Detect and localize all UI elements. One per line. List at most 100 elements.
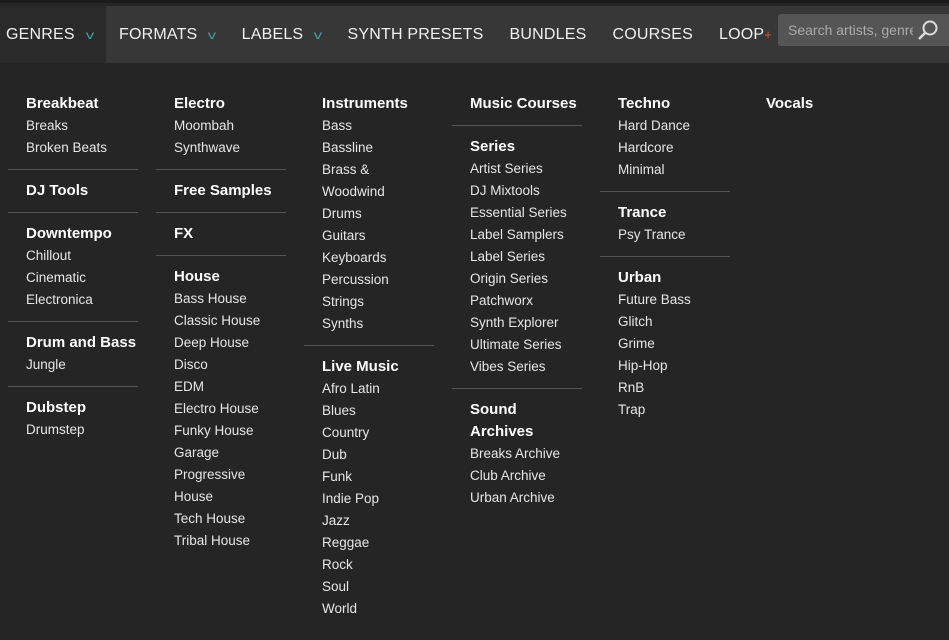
menu-item-brass-woodwind[interactable]: Brass & Woodwind <box>322 159 434 203</box>
menu-item-dj-mixtools[interactable]: DJ Mixtools <box>470 180 582 202</box>
menu-item-artist-series[interactable]: Artist Series <box>470 158 582 180</box>
menu-item-funk[interactable]: Funk <box>322 466 434 488</box>
menu-heading-instruments[interactable]: Instruments <box>322 93 434 115</box>
menu-item-chillout[interactable]: Chillout <box>26 245 138 267</box>
menu-item-synths[interactable]: Synths <box>322 313 434 335</box>
menu-item-tech-house[interactable]: Tech House <box>174 508 286 530</box>
menu-item-blues[interactable]: Blues <box>322 400 434 422</box>
menu-item-club-archive[interactable]: Club Archive <box>470 465 582 487</box>
chevron-down-icon[interactable]: v <box>86 28 95 42</box>
nav-synth-presets[interactable]: SYNTH PRESETS <box>335 6 497 63</box>
menu-item-percussion[interactable]: Percussion <box>322 269 434 291</box>
search-input[interactable] <box>778 22 913 38</box>
menu-item-world[interactable]: World <box>322 598 434 620</box>
menu-item-grime[interactable]: Grime <box>618 333 730 355</box>
menu-item-jungle[interactable]: Jungle <box>26 354 138 376</box>
menu-item-origin-series[interactable]: Origin Series <box>470 268 582 290</box>
menu-item-minimal[interactable]: Minimal <box>618 159 730 181</box>
menu-item-future-bass[interactable]: Future Bass <box>618 289 730 311</box>
menu-heading-free-samples[interactable]: Free Samples <box>174 180 286 202</box>
menu-group-live-music: Live Music Afro Latin Blues Country Dub Funk I… <box>304 356 434 630</box>
menu-item-bass-house[interactable]: Bass House <box>174 288 286 310</box>
nav-genres[interactable]: GENRES v <box>0 6 106 63</box>
menu-item-hard-dance[interactable]: Hard Dance <box>618 115 730 137</box>
menu-item-indie-pop[interactable]: Indie Pop <box>322 488 434 510</box>
menu-group-urban: Urban Future Bass Glitch Grime Hip-Hop RnB Tra… <box>600 267 730 431</box>
menu-item-edm[interactable]: EDM <box>174 376 286 398</box>
menu-item-electro-house[interactable]: Electro House <box>174 398 286 420</box>
menu-item-synthwave[interactable]: Synthwave <box>174 137 286 159</box>
menu-item-psy-trance[interactable]: Psy Trance <box>618 224 730 246</box>
menu-item-urban-archive[interactable]: Urban Archive <box>470 487 582 509</box>
menu-item-garage[interactable]: Garage <box>174 442 286 464</box>
nav-labels[interactable]: LABELS v <box>229 6 335 63</box>
menu-heading-drum-and-bass[interactable]: Drum and Bass <box>26 332 138 354</box>
menu-item-trap[interactable]: Trap <box>618 399 730 421</box>
menu-item-glitch[interactable]: Glitch <box>618 311 730 333</box>
menu-item-cinematic[interactable]: Cinematic <box>26 267 138 289</box>
nav-formats[interactable]: FORMATS v <box>106 6 229 63</box>
menu-heading-fx[interactable]: FX <box>174 223 286 245</box>
menu-item-label-series[interactable]: Label Series <box>470 246 582 268</box>
menu-item-classic-house[interactable]: Classic House <box>174 310 286 332</box>
menu-item-tribal-house[interactable]: Tribal House <box>174 530 286 552</box>
menu-item-breaks[interactable]: Breaks <box>26 115 138 137</box>
menu-heading-trance[interactable]: Trance <box>618 202 730 224</box>
nav-loop[interactable]: LOOP + <box>706 6 785 63</box>
chevron-down-icon[interactable]: v <box>314 28 323 42</box>
menu-item-vibes-series[interactable]: Vibes Series <box>470 356 582 378</box>
menu-group-vocals: Vocals <box>748 93 878 125</box>
search-box[interactable] <box>778 14 949 46</box>
menu-item-hardcore[interactable]: Hardcore <box>618 137 730 159</box>
menu-item-keyboards[interactable]: Keyboards <box>322 247 434 269</box>
menu-heading-dubstep[interactable]: Dubstep <box>26 397 138 419</box>
menu-item-disco[interactable]: Disco <box>174 354 286 376</box>
menu-heading-techno[interactable]: Techno <box>618 93 730 115</box>
menu-heading-breakbeat[interactable]: Breakbeat <box>26 93 138 115</box>
menu-heading-sound-archives[interactable]: Sound Archives <box>470 399 582 443</box>
menu-group-dj-tools: DJ Tools <box>8 180 138 213</box>
menu-item-breaks-archive[interactable]: Breaks Archive <box>470 443 582 465</box>
menu-heading-urban[interactable]: Urban <box>618 267 730 289</box>
menu-item-rock[interactable]: Rock <box>322 554 434 576</box>
nav-label: SYNTH PRESETS <box>347 25 484 43</box>
menu-item-rnb[interactable]: RnB <box>618 377 730 399</box>
menu-item-funky-house[interactable]: Funky House <box>174 420 286 442</box>
menu-heading-house[interactable]: House <box>174 266 286 288</box>
menu-item-soul[interactable]: Soul <box>322 576 434 598</box>
menu-item-synth-explorer[interactable]: Synth Explorer <box>470 312 582 334</box>
menu-item-label-samplers[interactable]: Label Samplers <box>470 224 582 246</box>
menu-item-drums[interactable]: Drums <box>322 203 434 225</box>
menu-heading-music-courses[interactable]: Music Courses <box>470 93 582 115</box>
menu-item-deep-house[interactable]: Deep House <box>174 332 286 354</box>
menu-item-afro-latin[interactable]: Afro Latin <box>322 378 434 400</box>
nav-bundles[interactable]: BUNDLES <box>496 6 599 63</box>
menu-item-jazz[interactable]: Jazz <box>322 510 434 532</box>
menu-item-ultimate-series[interactable]: Ultimate Series <box>470 334 582 356</box>
menu-heading-series[interactable]: Series <box>470 136 582 158</box>
menu-group-sound-archives: Sound Archives Breaks Archive Club Archive… <box>452 399 582 519</box>
search-icon[interactable] <box>913 19 943 41</box>
menu-heading-electro[interactable]: Electro <box>174 93 286 115</box>
menu-item-drumstep[interactable]: Drumstep <box>26 419 138 441</box>
menu-heading-downtempo[interactable]: Downtempo <box>26 223 138 245</box>
nav-courses[interactable]: COURSES <box>599 6 706 63</box>
menu-item-bass[interactable]: Bass <box>322 115 434 137</box>
menu-heading-vocals[interactable]: Vocals <box>766 93 878 115</box>
menu-item-hip-hop[interactable]: Hip-Hop <box>618 355 730 377</box>
menu-item-bassline[interactable]: Bassline <box>322 137 434 159</box>
menu-item-electronica[interactable]: Electronica <box>26 289 138 311</box>
menu-item-progressive-house[interactable]: Progressive House <box>174 464 286 508</box>
menu-item-dub[interactable]: Dub <box>322 444 434 466</box>
chevron-down-icon[interactable]: v <box>208 28 217 42</box>
menu-heading-live-music[interactable]: Live Music <box>322 356 434 378</box>
menu-item-guitars[interactable]: Guitars <box>322 225 434 247</box>
menu-item-broken-beats[interactable]: Broken Beats <box>26 137 138 159</box>
menu-item-reggae[interactable]: Reggae <box>322 532 434 554</box>
menu-item-strings[interactable]: Strings <box>322 291 434 313</box>
menu-heading-dj-tools[interactable]: DJ Tools <box>26 180 138 202</box>
menu-item-moombah[interactable]: Moombah <box>174 115 286 137</box>
menu-item-essential-series[interactable]: Essential Series <box>470 202 582 224</box>
menu-item-country[interactable]: Country <box>322 422 434 444</box>
menu-item-patchworx[interactable]: Patchworx <box>470 290 582 312</box>
